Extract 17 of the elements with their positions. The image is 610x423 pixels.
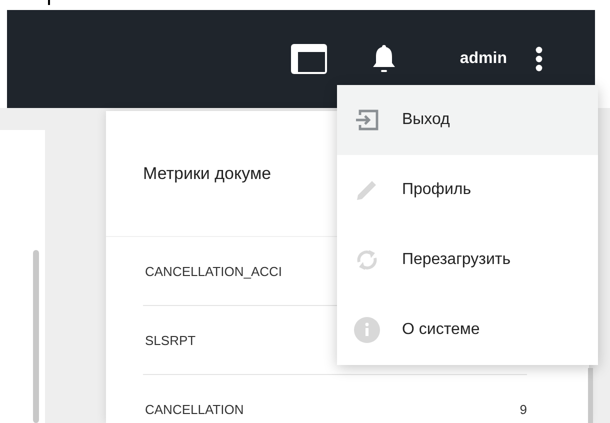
menu-item[interactable]: О системе: [337, 295, 598, 365]
logout-icon: [354, 107, 380, 133]
menu-item[interactable]: Выход: [337, 85, 598, 155]
more-icon[interactable]: [535, 46, 543, 72]
document-name: SLSRPT: [145, 332, 196, 348]
info-icon: [354, 317, 380, 343]
window-icon[interactable]: [290, 43, 328, 75]
card-title: Метрики докуме: [143, 164, 272, 184]
scrollbar[interactable]: [588, 368, 593, 423]
document-name: CANCELLATION_ACCI: [145, 264, 282, 278]
document-count: 9: [520, 402, 527, 416]
scrollbar[interactable]: [33, 250, 39, 423]
user-name[interactable]: admin: [460, 50, 507, 68]
cursor-mark: [48, 0, 50, 5]
menu-item[interactable]: Перезагрузить: [337, 225, 598, 295]
document-name: CANCELLATION: [145, 402, 244, 416]
menu-item[interactable]: Профиль: [337, 155, 598, 225]
